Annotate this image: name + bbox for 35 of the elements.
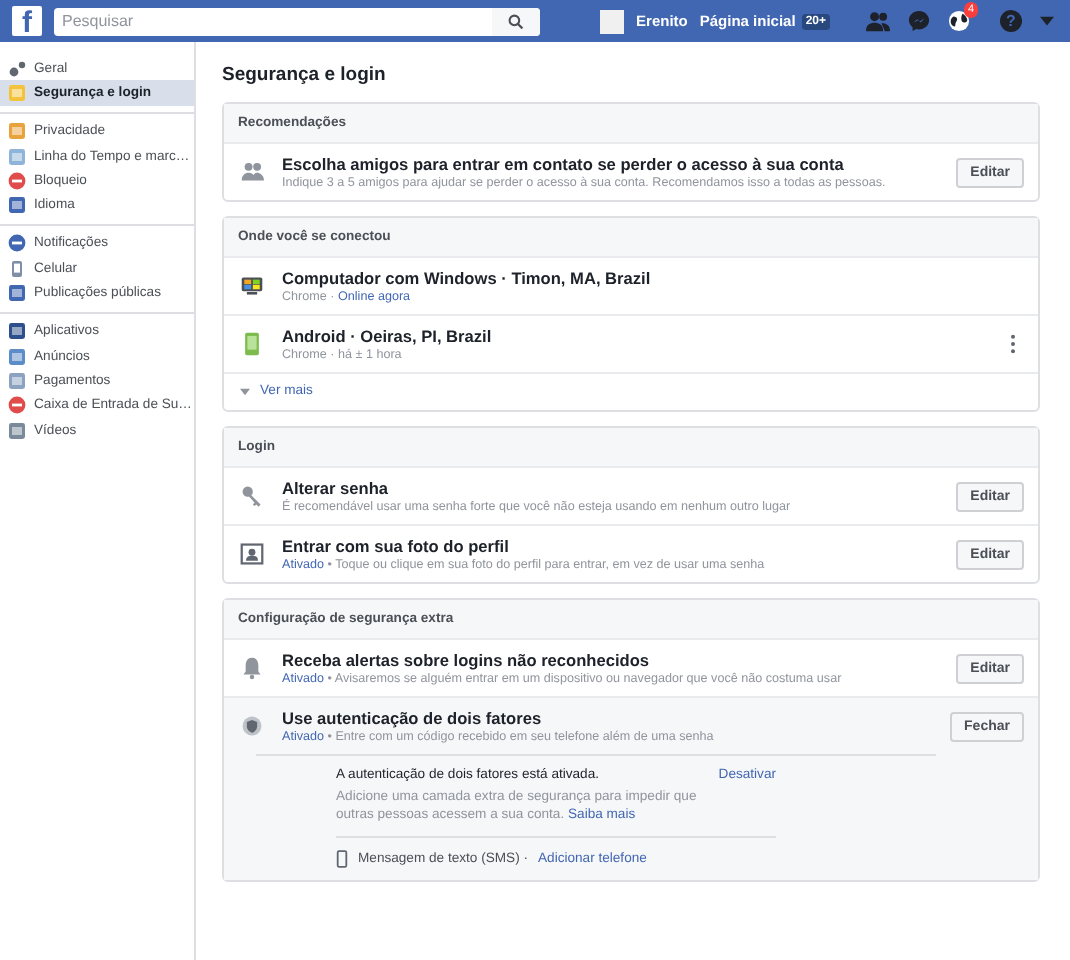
people-icon	[240, 160, 264, 184]
avatar-placeholder[interactable]	[600, 9, 625, 33]
more-options-icon[interactable]	[1010, 334, 1016, 354]
search-field[interactable]: Pesquisar	[54, 12, 492, 30]
search-icon	[508, 13, 524, 29]
triangle-icon	[240, 387, 250, 395]
setting-title: Alterar senha	[282, 478, 391, 498]
chat-bubble-icon[interactable]	[908, 10, 930, 32]
device-name: Android · Oeiras, PI, Brazil	[282, 326, 494, 346]
device-name: Computador com Windows · Timon, MA, Brazil	[282, 268, 653, 288]
key-icon	[240, 484, 264, 508]
page-title: Segurança e login	[222, 64, 388, 86]
tile-icon	[8, 322, 26, 341]
tile-icon	[8, 284, 26, 303]
window-icon	[8, 147, 26, 166]
logo[interactable]: f	[12, 6, 42, 36]
friends-icon[interactable]	[866, 10, 890, 32]
search-button[interactable]	[492, 7, 540, 35]
setting-title: Escolha amigos para entrar em contato se perder o acesso à sua conta	[282, 154, 846, 174]
search-bar[interactable]: Pesquisar	[54, 7, 540, 35]
setting-title: Use autenticação de dois fatores	[282, 708, 544, 728]
stop-icon	[8, 171, 26, 190]
setting-title: Receba alertas sobre logins não reconhecidos	[282, 650, 652, 670]
shield-icon	[240, 714, 264, 738]
card-icon	[8, 371, 26, 390]
phone-icon	[8, 259, 26, 278]
monitor-icon	[240, 274, 264, 298]
portrait-icon	[240, 542, 264, 566]
phone-icon	[240, 332, 264, 356]
tile-icon	[8, 347, 26, 366]
setting-title: Entrar com sua foto do perfil	[282, 536, 511, 556]
phone-icon	[336, 850, 348, 869]
tile-icon	[8, 196, 26, 215]
bell-icon	[240, 656, 264, 680]
caret-icon[interactable]	[1040, 16, 1054, 26]
